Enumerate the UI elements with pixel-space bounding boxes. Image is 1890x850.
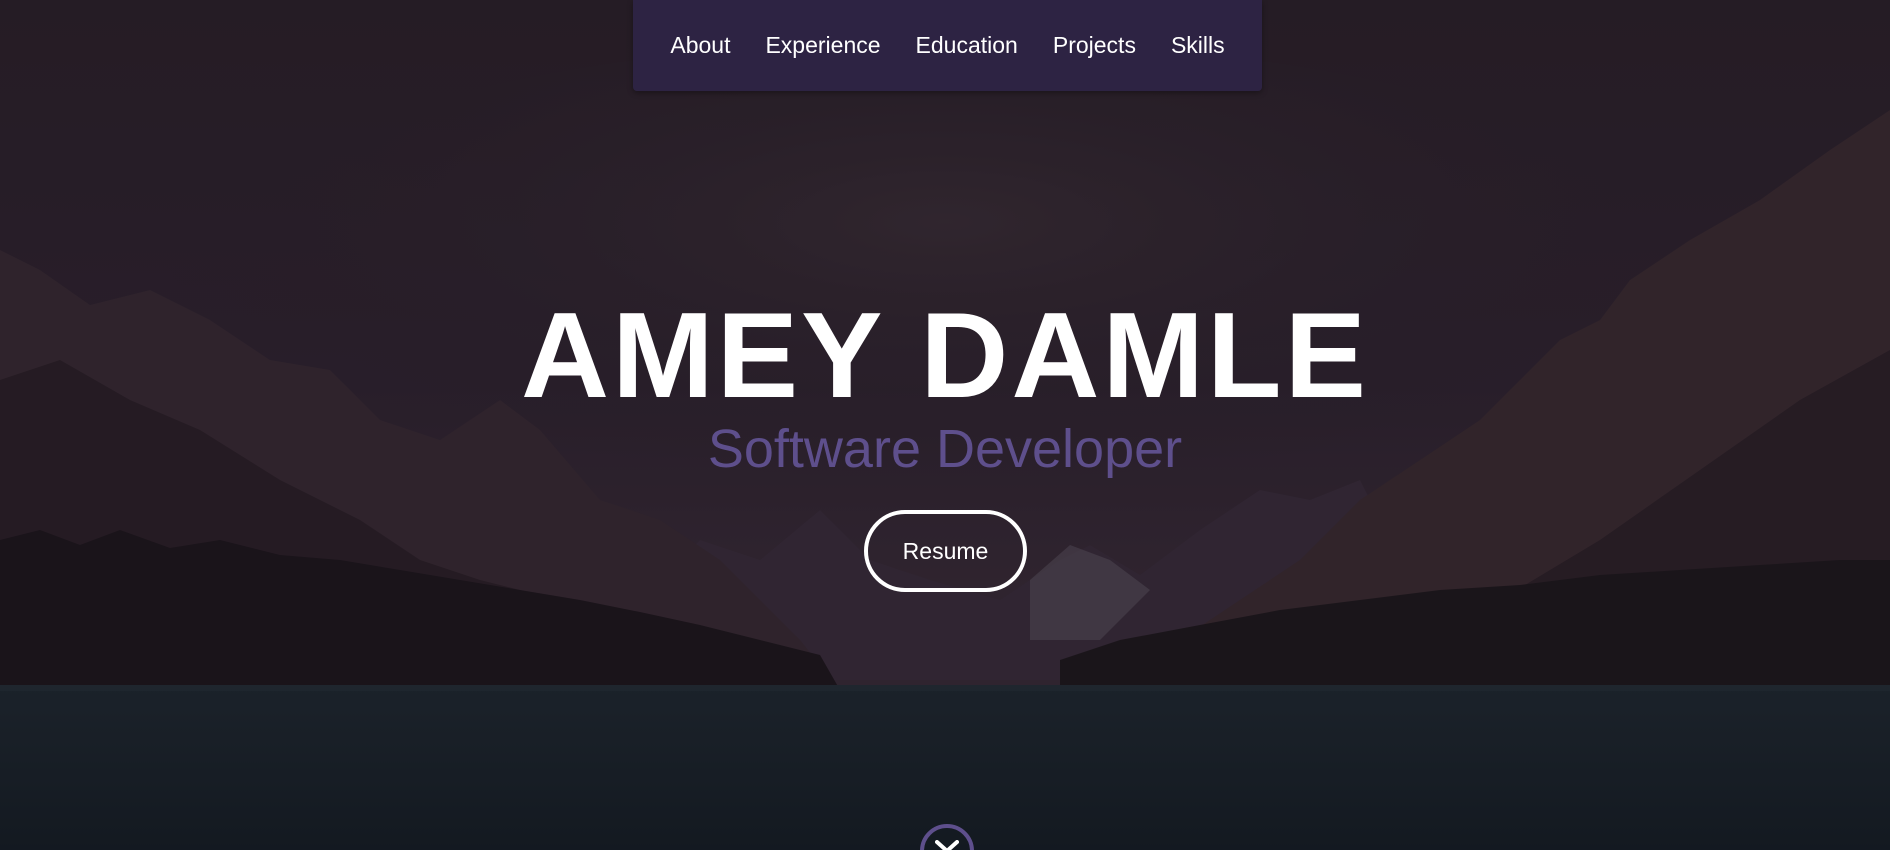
hero-section: About Experience Education Projects Skil…: [0, 0, 1890, 850]
nav-item-skills[interactable]: Skills: [1171, 32, 1225, 59]
nav-item-experience[interactable]: Experience: [765, 32, 880, 59]
chevron-down-icon: [935, 840, 959, 850]
hero-role: Software Developer: [707, 419, 1183, 479]
top-nav: About Experience Education Projects Skil…: [633, 0, 1262, 91]
nav-item-education[interactable]: Education: [916, 32, 1018, 59]
hero-name: AMEY DAMLE: [521, 287, 1369, 423]
nav-item-projects[interactable]: Projects: [1053, 32, 1136, 59]
resume-button[interactable]: Resume: [864, 510, 1027, 592]
nav-item-about[interactable]: About: [670, 32, 730, 59]
